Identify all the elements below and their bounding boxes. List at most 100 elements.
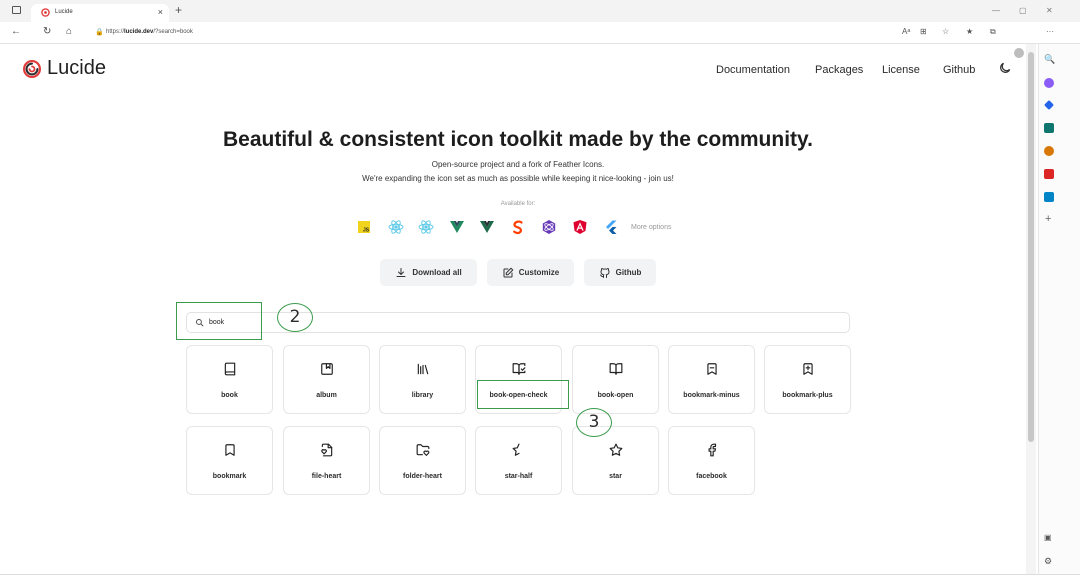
annotation-step-3: 3	[576, 408, 612, 437]
annotation-highlight-search	[176, 302, 262, 340]
sidebar-layout-icon[interactable]: ▣	[1044, 533, 1052, 542]
hero-line-2: We're expanding the icon set as much as …	[362, 174, 674, 183]
preact-icon[interactable]	[541, 219, 557, 235]
icon-card-star-half[interactable]: star-half	[475, 426, 562, 495]
sidebar-games-icon[interactable]	[1044, 146, 1054, 156]
nav-github[interactable]: Github	[943, 64, 975, 76]
sidebar-copilot-icon[interactable]	[1044, 78, 1054, 88]
icon-card-book[interactable]: book	[186, 345, 273, 414]
icon-card-facebook[interactable]: facebook	[668, 426, 755, 495]
lock-icon: 🔒	[95, 29, 104, 36]
horizontal-scrollbar[interactable]	[0, 574, 1080, 586]
hero-title: Beautiful & consistent icon toolkit made…	[222, 128, 813, 151]
angular-icon[interactable]	[572, 219, 588, 235]
folder-heart-icon	[416, 444, 430, 456]
svg-text:JS: JS	[363, 228, 370, 234]
lucide-logo-icon	[23, 59, 41, 78]
close-window-icon[interactable]: ✕	[1046, 6, 1053, 15]
vue-icon[interactable]	[449, 219, 465, 235]
star-half-icon	[512, 443, 520, 456]
url-path: /?search=book	[153, 29, 193, 35]
read-aloud-icon[interactable]: Aᵃ	[902, 27, 910, 36]
vue-next-icon[interactable]	[479, 219, 495, 235]
icon-label: album	[316, 392, 337, 399]
icon-label: bookmark	[212, 473, 247, 480]
svelte-icon[interactable]	[510, 219, 526, 235]
library-icon	[417, 363, 429, 375]
file-heart-icon	[321, 443, 333, 457]
javascript-icon[interactable]: JS	[356, 219, 372, 235]
address-input[interactable]: 🔒 https://lucide.dev/?search=book	[92, 25, 892, 40]
icon-label: facebook	[696, 473, 727, 480]
icon-card-star[interactable]: star	[572, 426, 659, 495]
hero-line-1: Open-source project and a fork of Feathe…	[431, 160, 605, 169]
sidebar-add-icon[interactable]: +	[1045, 213, 1051, 225]
new-tab-button[interactable]: +	[175, 3, 182, 17]
refresh-icon[interactable]: ↻	[43, 26, 51, 37]
browser-tab[interactable]: Lucide ×	[31, 4, 169, 22]
home-icon[interactable]: ⌂	[66, 26, 72, 37]
download-all-button[interactable]: Download all	[380, 259, 477, 286]
more-menu-icon[interactable]: ···	[1046, 27, 1054, 36]
nav-documentation[interactable]: Documentation	[716, 64, 790, 76]
facebook-icon	[708, 443, 717, 457]
more-options-link[interactable]: More options	[631, 224, 671, 231]
nav-packages[interactable]: Packages	[815, 64, 863, 76]
icon-label: book	[221, 392, 238, 399]
album-icon	[321, 363, 333, 375]
favorite-star-icon[interactable]: ☆	[942, 27, 949, 36]
icon-label: bookmark-plus	[782, 392, 833, 399]
icon-card-album[interactable]: album	[283, 345, 370, 414]
scrollbar-thumb[interactable]	[1028, 52, 1034, 442]
sidebar-tools-icon[interactable]	[1044, 123, 1054, 133]
icon-card-bookmark[interactable]: bookmark	[186, 426, 273, 495]
icon-label: star	[609, 473, 622, 480]
customize-pencil-icon	[503, 267, 514, 277]
github-button[interactable]: Github	[584, 259, 656, 286]
tab-actions-icon[interactable]	[12, 6, 21, 14]
react-icon[interactable]	[388, 219, 404, 235]
tab-title: Lucide	[55, 9, 73, 15]
icon-card-bookmark-minus[interactable]: bookmark-minus	[668, 345, 755, 414]
icon-card-book-open[interactable]: book-open	[572, 345, 659, 414]
book-icon	[224, 362, 236, 376]
restore-icon[interactable]: ▢	[1019, 6, 1027, 15]
icon-card-library[interactable]: library	[379, 345, 466, 414]
icon-label: library	[411, 392, 434, 399]
page-scrollbar[interactable]	[1026, 44, 1036, 579]
customize-button[interactable]: Customize	[487, 259, 574, 286]
icon-card-folder-heart[interactable]: folder-heart	[379, 426, 466, 495]
address-bar-row: ← ↻ ⌂ 🔒 https://lucide.dev/?search=book …	[0, 22, 1080, 58]
bookmark-minus-icon	[707, 363, 717, 375]
icon-label: book-open	[597, 392, 634, 399]
github-icon	[599, 267, 610, 278]
sidebar-search-icon[interactable]: 🔍	[1044, 54, 1055, 64]
book-open-icon	[609, 363, 623, 375]
sidebar-outlook-icon[interactable]	[1044, 192, 1054, 202]
immersive-reader-icon[interactable]: ⊞	[920, 27, 927, 36]
icon-label: star-half	[504, 473, 533, 480]
nav-license[interactable]: License	[882, 64, 920, 76]
profile-avatar[interactable]	[1014, 48, 1024, 58]
lucide-favicon-icon	[41, 8, 50, 17]
minimize-icon[interactable]: —	[992, 6, 1000, 15]
react-native-icon[interactable]	[418, 219, 434, 235]
collections-icon[interactable]: ⧉	[990, 27, 996, 37]
icon-card-bookmark-plus[interactable]: bookmark-plus	[764, 345, 851, 414]
icon-card-file-heart[interactable]: file-heart	[283, 426, 370, 495]
bookmark-icon	[225, 444, 235, 456]
download-icon	[396, 267, 406, 277]
flutter-icon[interactable]	[603, 219, 619, 235]
download-all-label: Download all	[412, 268, 462, 277]
tab-close-icon[interactable]: ×	[158, 7, 163, 17]
site-logo[interactable]: Lucide	[22, 57, 106, 80]
available-for-label: Available for:	[500, 201, 536, 207]
browser-tab-bar: Lucide × + — ▢ ✕	[0, 0, 1080, 22]
annotation-step-2: 2	[277, 303, 313, 332]
sidebar-office-icon[interactable]	[1044, 169, 1054, 179]
url-prefix: https://	[106, 29, 125, 35]
favorites-icon[interactable]: ★	[966, 27, 973, 36]
back-icon[interactable]: ←	[11, 26, 21, 37]
theme-toggle-moon-icon[interactable]	[998, 61, 1012, 75]
sidebar-settings-icon[interactable]: ⚙	[1044, 556, 1052, 567]
